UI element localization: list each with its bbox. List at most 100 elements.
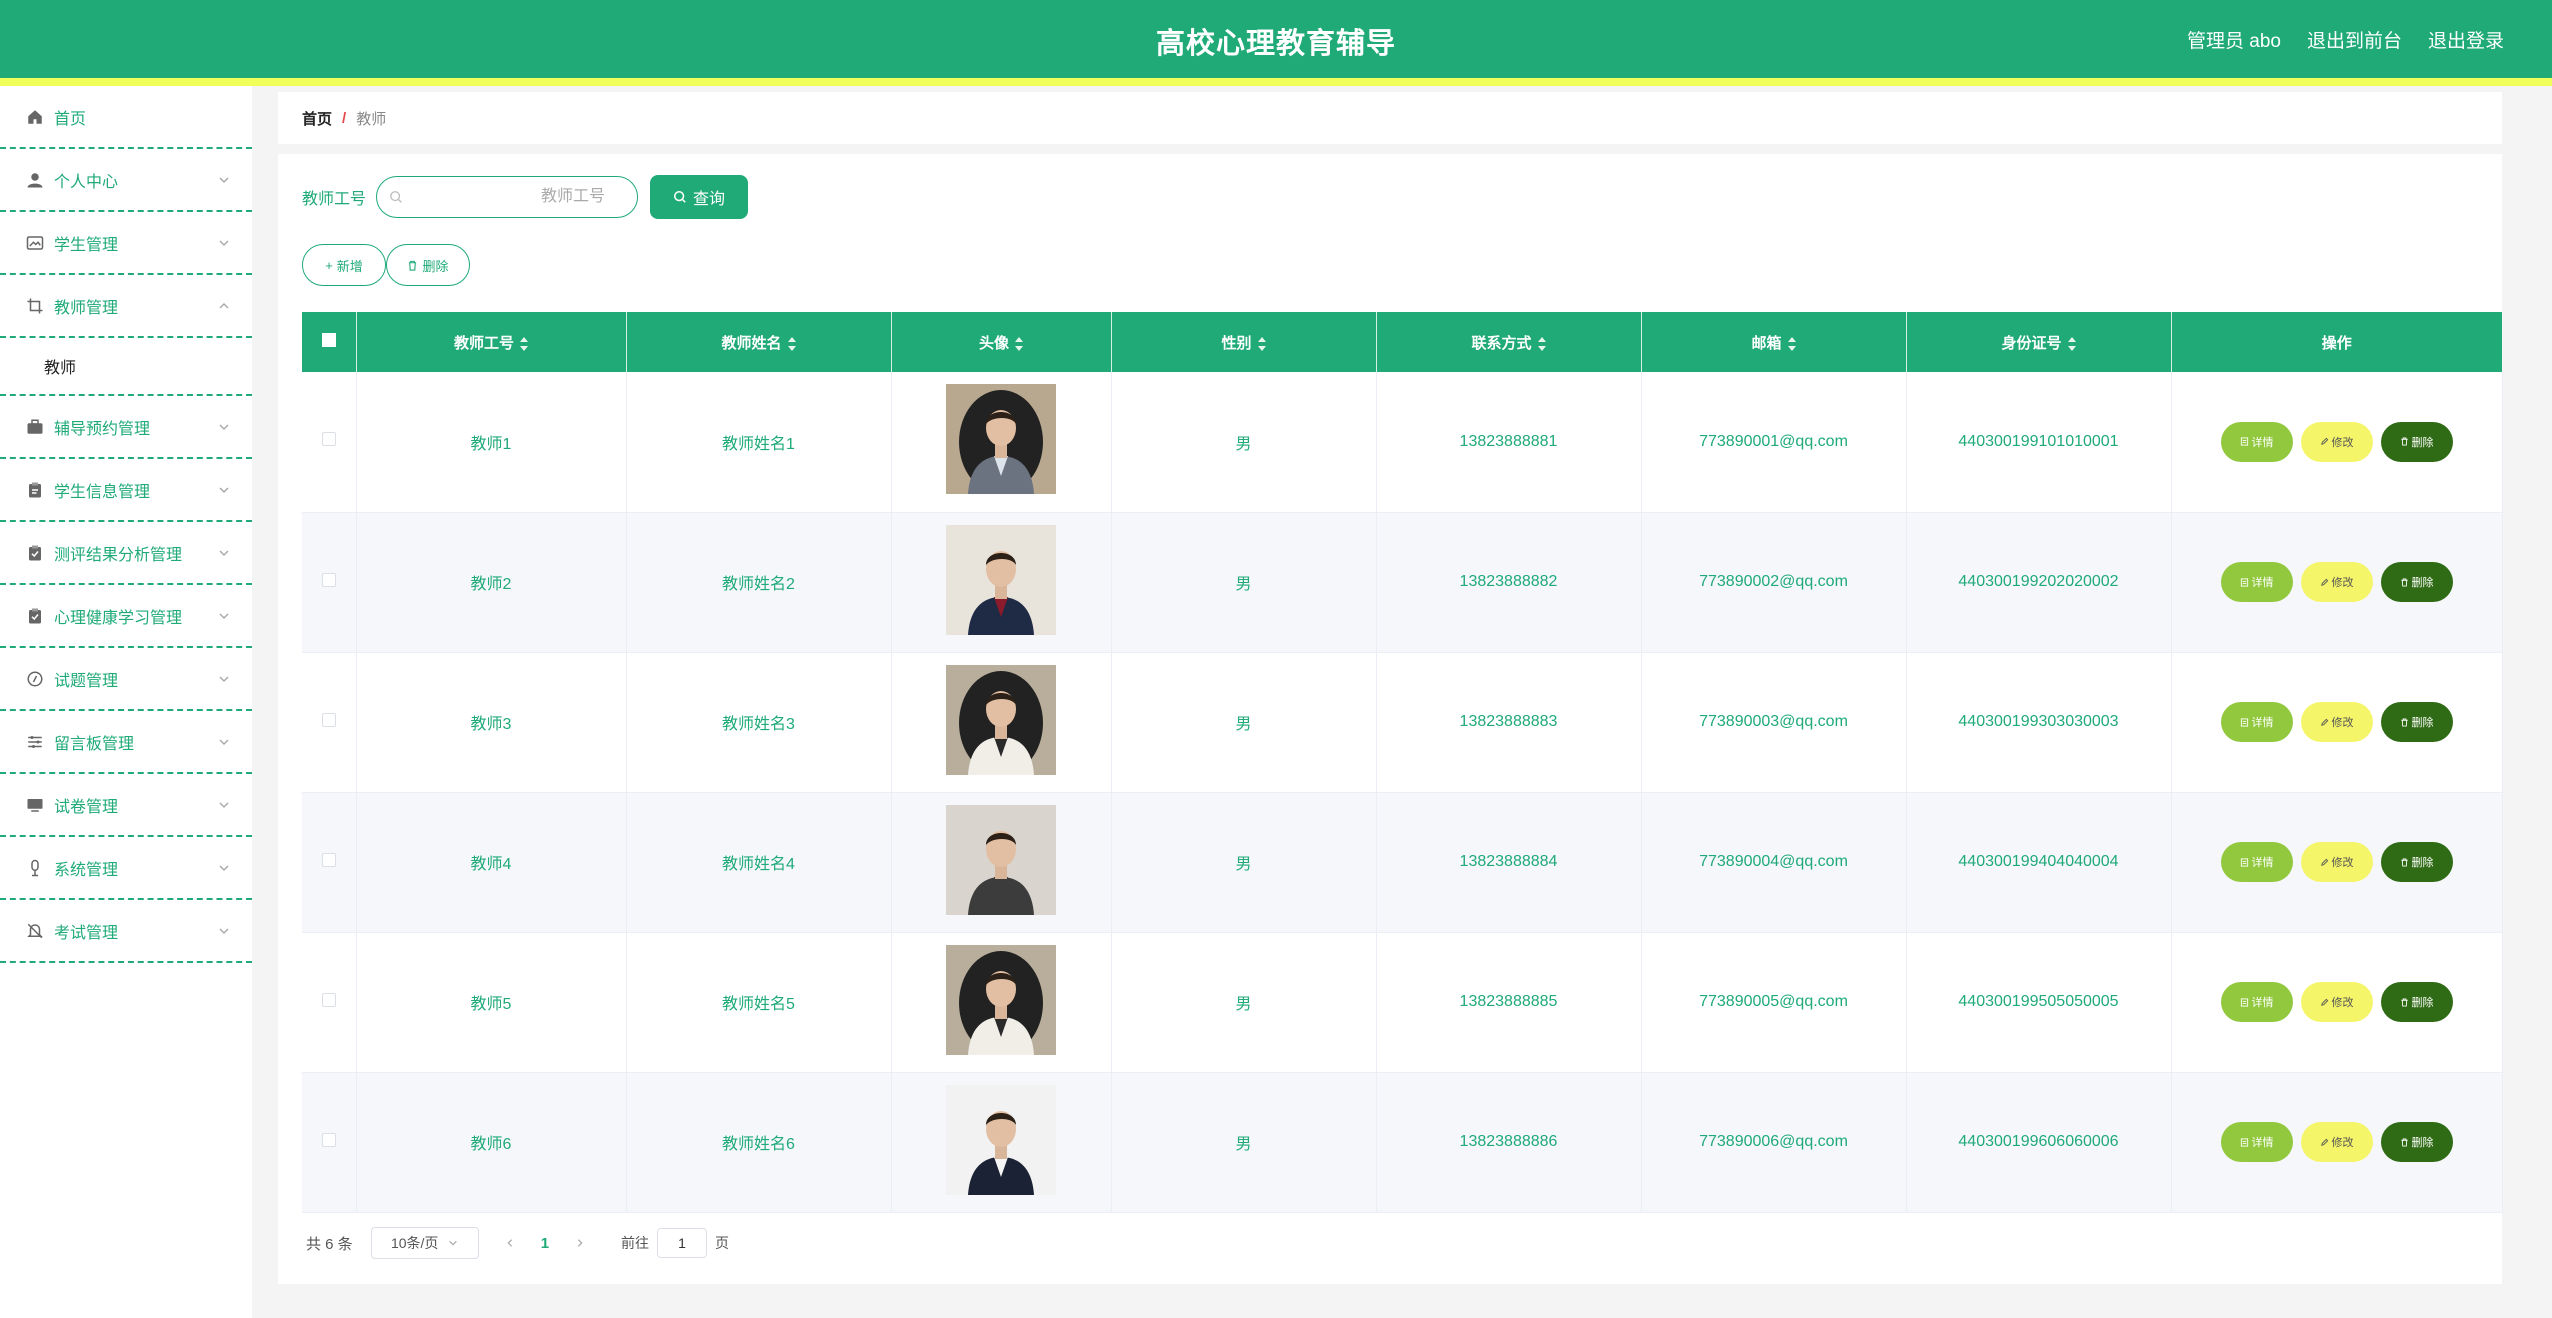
sidebar-item-exams[interactable]: 考试管理	[0, 900, 252, 963]
cell-gender: 男	[1111, 372, 1377, 513]
row-checkbox[interactable]	[321, 852, 336, 867]
column-header-phone[interactable]: 联系方式	[1376, 312, 1642, 372]
row-checkbox[interactable]	[321, 712, 336, 727]
sidebar-item-profile[interactable]: 个人中心	[0, 149, 252, 212]
sidebar-item-home[interactable]: 首页	[0, 86, 252, 149]
delete-button[interactable]: 删除	[2380, 842, 2453, 882]
cell-gender: 男	[1111, 512, 1377, 653]
table-row[interactable]: 教师3 教师姓名3 男 13823888883 773890003@qq.com	[302, 652, 2503, 793]
trash-icon	[2400, 997, 2408, 1007]
goto-page: 前往 页	[621, 1228, 729, 1258]
select-all-checkbox[interactable]	[321, 333, 336, 347]
edit-button[interactable]: 修改	[2300, 421, 2373, 462]
document-icon	[2240, 997, 2248, 1007]
sort-icon[interactable]	[1537, 336, 1546, 351]
cell-id-card: 440300199404040004	[1906, 792, 2172, 933]
edit-button[interactable]: 修改	[2300, 1122, 2373, 1162]
cell-email: 773890004@qq.com	[1641, 792, 1907, 933]
front-page-link[interactable]: 退出到前台	[2307, 26, 2402, 53]
table-row[interactable]: 教师2 教师姓名2 男 13823888882 773890002@qq.com	[302, 512, 2503, 653]
avatar[interactable]	[946, 524, 1056, 635]
sort-icon[interactable]	[1015, 336, 1023, 351]
sidebar-item-mental-health[interactable]: 心理健康学习管理	[0, 585, 252, 648]
breadcrumb-current: 教师	[356, 110, 387, 128]
detail-button[interactable]: 详情	[2220, 1122, 2293, 1162]
edit-button[interactable]: 修改	[2300, 702, 2373, 742]
sidebar-item-student-info[interactable]: 学生信息管理	[0, 459, 252, 522]
delete-button[interactable]: 删除	[2380, 982, 2453, 1022]
sort-icon[interactable]	[1787, 336, 1796, 351]
avatar[interactable]	[946, 1084, 1056, 1195]
avatar[interactable]	[946, 664, 1056, 775]
edit-button[interactable]: 修改	[2300, 842, 2373, 882]
sidebar-item-papers[interactable]: 试卷管理	[0, 774, 252, 837]
admin-user-link[interactable]: 管理员 abo	[2187, 26, 2281, 53]
edit-icon	[2320, 578, 2328, 586]
avatar[interactable]	[946, 804, 1056, 915]
detail-button[interactable]: 详情	[2220, 982, 2293, 1022]
sort-icon[interactable]	[787, 336, 796, 351]
sidebar-item-students[interactable]: 学生管理	[0, 212, 252, 275]
sidebar-subitem-teacher[interactable]: 教师	[0, 338, 252, 396]
add-button[interactable]: + 新增	[302, 244, 386, 286]
sort-icon[interactable]	[520, 336, 528, 351]
batch-delete-button[interactable]: 删除	[386, 244, 470, 286]
table-row[interactable]: 教师4 教师姓名4 男 13823888884 773890004@qq.com	[302, 792, 2503, 933]
action-bar: + 新增 删除	[302, 244, 470, 286]
sidebar-item-appointments[interactable]: 辅导预约管理	[0, 396, 252, 459]
table-row[interactable]: 教师6 教师姓名6 男 13823888886 773890006@qq.com	[302, 1072, 2503, 1213]
avatar[interactable]	[946, 944, 1056, 1055]
column-header-email[interactable]: 邮箱	[1641, 312, 1907, 372]
edit-button[interactable]: 修改	[2300, 982, 2373, 1022]
page-number[interactable]: 1	[541, 1235, 549, 1252]
next-page-button[interactable]	[565, 1228, 595, 1258]
column-header-gender[interactable]: 性别	[1111, 312, 1377, 372]
column-header-label: 联系方式	[1471, 334, 1532, 352]
sidebar-item-system[interactable]: 系统管理	[0, 837, 252, 900]
search-button[interactable]: 查询	[650, 175, 749, 219]
column-header-label: 教师姓名	[721, 334, 782, 352]
table-row[interactable]: 教师5 教师姓名5 男 13823888885 773890005@qq.com	[302, 932, 2503, 1073]
row-checkbox[interactable]	[321, 572, 336, 587]
cell-avatar	[891, 792, 1112, 933]
column-header-label: 邮箱	[1751, 334, 1782, 352]
search-input[interactable]	[377, 177, 638, 217]
sort-icon[interactable]	[1257, 336, 1266, 351]
edit-icon	[2320, 718, 2328, 726]
table-row[interactable]: 教师1 教师姓名1 男 13823888881 773890001@qq.com	[302, 372, 2503, 513]
cell-email: 773890002@qq.com	[1641, 512, 1907, 653]
sort-icon[interactable]	[2067, 336, 2076, 351]
delete-button[interactable]: 删除	[2380, 1122, 2453, 1162]
search-input-wrapper	[376, 176, 639, 218]
sidebar-item-message-board[interactable]: 留言板管理	[0, 711, 252, 774]
cell-gender: 男	[1111, 652, 1377, 793]
row-checkbox[interactable]	[321, 1132, 336, 1147]
column-header-teacher-id[interactable]: 教师工号	[356, 312, 627, 372]
sidebar-item-assessment[interactable]: 测评结果分析管理	[0, 522, 252, 585]
edit-button[interactable]: 修改	[2300, 562, 2373, 602]
delete-button[interactable]: 删除	[2380, 702, 2453, 742]
prev-page-button[interactable]	[495, 1228, 525, 1258]
breadcrumb-home[interactable]: 首页	[302, 108, 332, 129]
chevron-down-icon	[219, 549, 229, 556]
column-header-avatar[interactable]: 头像	[891, 312, 1112, 372]
sidebar-item-questions[interactable]: 试题管理	[0, 648, 252, 711]
delete-button[interactable]: 删除	[2380, 562, 2453, 602]
row-checkbox[interactable]	[321, 992, 336, 1007]
detail-button[interactable]: 详情	[2220, 421, 2293, 462]
avatar[interactable]	[946, 384, 1056, 495]
detail-button[interactable]: 详情	[2220, 842, 2293, 882]
sidebar-item-teachers[interactable]: 教师管理	[0, 275, 252, 338]
cell-gender: 男	[1111, 792, 1377, 933]
delete-button[interactable]: 删除	[2380, 421, 2453, 462]
goto-page-input[interactable]	[657, 1228, 708, 1258]
detail-button[interactable]: 详情	[2220, 702, 2293, 742]
column-header-teacher-name[interactable]: 教师姓名	[626, 312, 892, 372]
row-checkbox[interactable]	[321, 432, 336, 447]
column-header-id-card[interactable]: 身份证号	[1906, 312, 2172, 372]
detail-button[interactable]: 详情	[2220, 562, 2293, 602]
page-size-select[interactable]: 10条/页	[370, 1227, 479, 1259]
logout-link[interactable]: 退出登录	[2428, 26, 2504, 53]
edit-button-label: 修改	[2331, 857, 2354, 869]
cell-teacher-id: 教师3	[356, 652, 627, 793]
